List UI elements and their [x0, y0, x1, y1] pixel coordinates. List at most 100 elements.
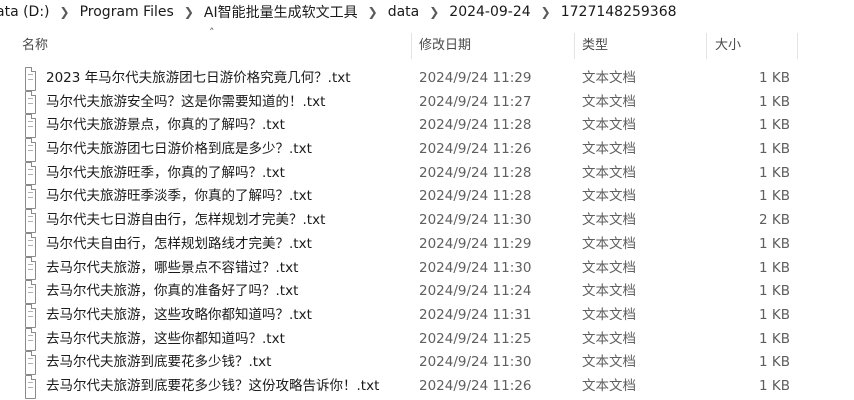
file-size: 1 KB [759, 330, 790, 347]
file-date: 2024/9/24 11:30 [419, 259, 532, 276]
file-type: 文本文档 [582, 93, 636, 110]
file-type: 文本文档 [582, 70, 636, 86]
file-type: 文本文档 [582, 330, 636, 347]
text-file-icon [25, 209, 36, 233]
breadcrumb-date-folder[interactable]: 2024-09-24 [445, 4, 534, 20]
column-header-type[interactable]: 类型 [582, 31, 608, 61]
file-row[interactable]: 去马尔代夫旅游到底要花多少钱？.txt 2024/9/24 11:30 文本文档… [0, 351, 854, 375]
file-size: 1 KB [759, 117, 790, 134]
file-date: 2024/9/24 11:30 [419, 212, 532, 229]
chevron-right-icon[interactable]: ❯ [535, 5, 557, 19]
file-date: 2024/9/24 11:26 [419, 377, 532, 394]
file-row[interactable]: 马尔代夫旅游旺季，你真的了解吗？.txt 2024/9/24 11:28 文本文… [0, 161, 854, 186]
breadcrumb-current-folder[interactable]: 1727148259368 [557, 4, 681, 20]
file-size: 1 KB [759, 235, 790, 252]
file-size: 1 KB [759, 377, 790, 394]
file-date: 2024/9/24 11:28 [419, 164, 532, 181]
file-date: 2024/9/24 11:26 [419, 141, 532, 158]
file-type: 文本文档 [582, 377, 636, 394]
breadcrumb: ata (D:) ❯ Program Files ❯ AI智能批量生成软文工具 … [0, 0, 854, 24]
file-name: 2023 年马尔代夫旅游团七日游价格究竟几何？.txt [46, 70, 351, 86]
chevron-right-icon[interactable]: ❯ [423, 5, 445, 19]
file-date: 2024/9/24 11:24 [419, 283, 532, 300]
text-file-icon [25, 232, 36, 257]
column-header: 名称 修改日期 类型 大小 [0, 31, 854, 61]
file-row[interactable]: 去马尔代夫旅游，这些你都知道吗？.txt 2024/9/24 11:25 文本文… [0, 327, 854, 352]
file-name: 马尔代夫自由行，怎样规划路线才完美？.txt [46, 235, 312, 252]
file-name: 去马尔代夫旅游，这些你都知道吗？.txt [46, 330, 285, 347]
file-type: 文本文档 [582, 235, 636, 252]
file-size: 1 KB [759, 164, 790, 181]
file-name: 马尔代夫旅游团七日游价格到底是多少？.txt [46, 141, 312, 158]
file-row[interactable]: 2023 年马尔代夫旅游团七日游价格究竟几何？.txt 2024/9/24 11… [0, 67, 854, 91]
file-date: 2024/9/24 11:28 [419, 117, 532, 134]
file-name: 去马尔代夫旅游，这些攻略你都知道吗？.txt [46, 306, 312, 323]
file-name: 马尔代夫旅游旺季淡季，你真的了解吗？.txt [46, 188, 312, 205]
file-name: 马尔代夫旅游安全吗？这是你需要知道的！.txt [46, 93, 326, 110]
file-row[interactable]: 马尔代夫旅游旺季淡季，你真的了解吗？.txt 2024/9/24 11:28 文… [0, 185, 854, 210]
file-type: 文本文档 [582, 212, 636, 229]
file-size: 1 KB [759, 306, 790, 323]
file-type: 文本文档 [582, 306, 636, 323]
file-date: 2024/9/24 11:27 [419, 93, 532, 110]
breadcrumb-program-files[interactable]: Program Files [76, 4, 178, 20]
text-file-icon [25, 256, 36, 281]
file-size: 1 KB [759, 70, 790, 86]
file-size: 1 KB [759, 259, 790, 276]
breadcrumb-drive[interactable]: ata (D:) [0, 4, 54, 20]
breadcrumb-app-folder[interactable]: AI智能批量生成软文工具 [200, 2, 362, 22]
text-file-icon [25, 374, 36, 399]
text-file-icon [25, 351, 36, 375]
text-file-icon [25, 90, 36, 115]
column-divider[interactable] [411, 33, 412, 59]
file-list: 2023 年马尔代夫旅游团七日游价格究竟几何？.txt 2024/9/24 11… [0, 67, 854, 399]
file-type: 文本文档 [582, 188, 636, 205]
text-file-icon [25, 114, 36, 139]
file-date: 2024/9/24 11:30 [419, 354, 532, 371]
column-header-size[interactable]: 大小 [715, 31, 741, 61]
file-type: 文本文档 [582, 259, 636, 276]
text-file-icon [25, 303, 36, 328]
file-date: 2024/9/24 11:29 [419, 70, 532, 86]
text-file-icon [25, 138, 36, 162]
file-row[interactable]: 去马尔代夫旅游，这些攻略你都知道吗？.txt 2024/9/24 11:31 文… [0, 303, 854, 328]
file-type: 文本文档 [582, 164, 636, 181]
text-file-icon [25, 161, 36, 186]
file-type: 文本文档 [582, 354, 636, 371]
file-size: 2 KB [759, 212, 790, 229]
file-row[interactable]: 马尔代夫七日游自由行，怎样规划才完美？.txt 2024/9/24 11:30 … [0, 209, 854, 233]
file-type: 文本文档 [582, 117, 636, 134]
file-name: 去马尔代夫旅游，哪些景点不容错过？.txt [46, 259, 299, 276]
file-name: 马尔代夫七日游自由行，怎样规划才完美？.txt [46, 212, 326, 229]
file-type: 文本文档 [582, 141, 636, 158]
file-row[interactable]: 去马尔代夫旅游，哪些景点不容错过？.txt 2024/9/24 11:30 文本… [0, 256, 854, 281]
file-name: 去马尔代夫旅游到底要花多少钱？这份攻略告诉你！.txt [46, 377, 380, 394]
file-size: 1 KB [759, 354, 790, 371]
file-row[interactable]: 去马尔代夫旅游到底要花多少钱？这份攻略告诉你！.txt 2024/9/24 11… [0, 374, 854, 399]
file-size: 1 KB [759, 141, 790, 158]
breadcrumb-data[interactable]: data [384, 4, 424, 20]
column-header-date[interactable]: 修改日期 [419, 31, 471, 61]
file-row[interactable]: 去马尔代夫旅游，你真的准备好了吗？.txt 2024/9/24 11:24 文本… [0, 280, 854, 304]
file-size: 1 KB [759, 283, 790, 300]
file-date: 2024/9/24 11:29 [419, 235, 532, 252]
chevron-right-icon[interactable]: ❯ [362, 5, 384, 19]
file-size: 1 KB [759, 188, 790, 205]
text-file-icon [25, 185, 36, 210]
column-divider[interactable] [797, 33, 798, 59]
column-header-name[interactable]: 名称 [22, 31, 48, 61]
file-name: 马尔代夫旅游景点，你真的了解吗？.txt [46, 117, 285, 134]
text-file-icon [25, 327, 36, 352]
file-date: 2024/9/24 11:31 [419, 306, 532, 323]
file-row[interactable]: 马尔代夫自由行，怎样规划路线才完美？.txt 2024/9/24 11:29 文… [0, 232, 854, 257]
text-file-icon [25, 280, 36, 304]
file-row[interactable]: 马尔代夫旅游安全吗？这是你需要知道的！.txt 2024/9/24 11:27 … [0, 90, 854, 115]
file-row[interactable]: 马尔代夫旅游景点，你真的了解吗？.txt 2024/9/24 11:28 文本文… [0, 114, 854, 139]
chevron-right-icon[interactable]: ❯ [54, 5, 76, 19]
column-divider[interactable] [574, 33, 575, 59]
chevron-right-icon[interactable]: ❯ [178, 5, 200, 19]
file-size: 1 KB [759, 93, 790, 110]
file-name: 去马尔代夫旅游到底要花多少钱？.txt [46, 354, 272, 371]
column-divider[interactable] [706, 33, 707, 59]
file-row[interactable]: 马尔代夫旅游团七日游价格到底是多少？.txt 2024/9/24 11:26 文… [0, 138, 854, 162]
